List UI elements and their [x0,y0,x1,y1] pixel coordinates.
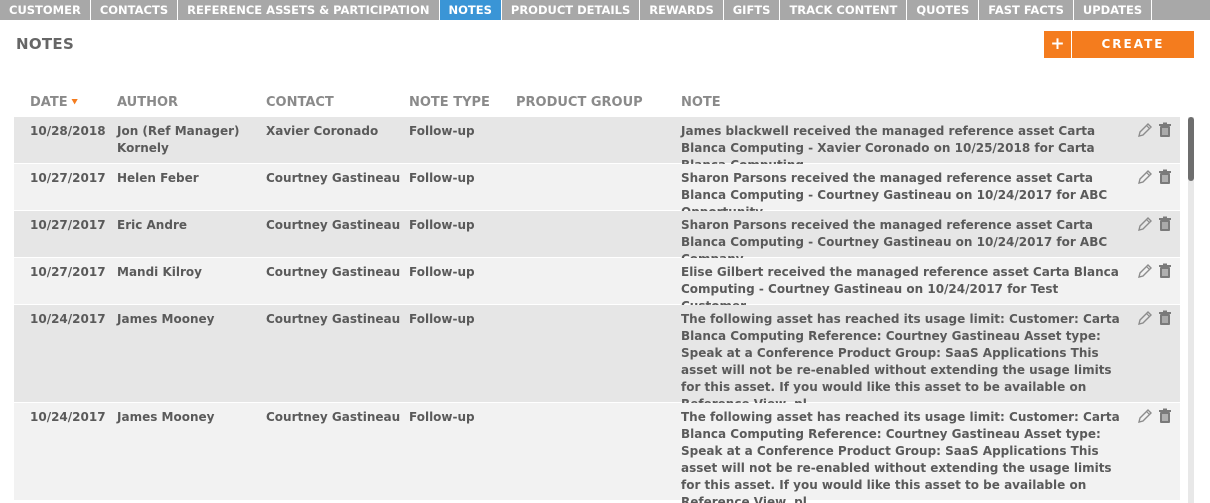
row-actions [1137,408,1173,424]
row-note-type: Follow-up [409,265,475,279]
row-actions [1137,122,1173,138]
row-author: Mandi Kilroy [117,265,202,279]
tab-customer[interactable]: CUSTOMER [0,0,91,20]
pencil-icon[interactable] [1137,122,1153,138]
row-actions [1137,310,1173,326]
create-button-label: CREATE [1101,37,1165,51]
row-author: Eric Andre [117,218,187,232]
column-header-contact[interactable]: CONTACT [266,95,334,110]
tab-notes[interactable]: NOTES [439,0,502,20]
row-contact: Courtney Gastineau [266,265,401,279]
tab-product-details[interactable]: PRODUCT DETAILS [502,0,641,20]
table-header: DATE ⯆ AUTHOR CONTACT NOTE TYPE PRODUCT G… [14,93,1180,113]
pencil-icon[interactable] [1137,216,1153,232]
trash-icon[interactable] [1157,216,1173,232]
tab-quotes[interactable]: QUOTES [907,0,980,20]
column-header-product-group[interactable]: PRODUCT GROUP [516,95,643,110]
table-row: 10/24/2017 James Mooney Courtney Gastine… [14,403,1180,503]
row-date: 10/27/2017 [30,218,106,232]
scrollbar-thumb[interactable] [1188,117,1194,181]
row-contact: Courtney Gastineau [266,171,401,185]
tab-track-content[interactable]: TRACK CONTENT [780,0,908,20]
column-header-date-label: DATE [30,95,68,110]
row-note-type: Follow-up [409,312,475,326]
notes-table: 10/28/2018 Jon (Ref Manager) Kornely Xav… [14,117,1180,503]
row-note-type: Follow-up [409,218,475,232]
row-actions [1137,216,1173,232]
tab-contacts[interactable]: CONTACTS [91,0,179,20]
row-contact: Courtney Gastineau [266,218,401,232]
table-row: 10/27/2017 Helen Feber Courtney Gastinea… [14,164,1180,219]
row-note: The following asset has reached its usag… [681,410,1120,503]
table-row: 10/27/2017 Eric Andre Courtney Gastineau… [14,211,1180,266]
row-contact: Xavier Coronado [266,124,379,138]
trash-icon[interactable] [1157,310,1173,326]
row-author: James Mooney [117,410,215,424]
pencil-icon[interactable] [1137,310,1153,326]
page-title: NOTES [16,35,75,53]
tab-bar: CUSTOMER CONTACTS REFERENCE ASSETS & PAR… [0,0,1210,20]
tab-fast-facts[interactable]: FAST FACTS [979,0,1074,20]
pencil-icon[interactable] [1137,408,1153,424]
column-header-note-type[interactable]: NOTE TYPE [409,95,490,110]
row-contact: Courtney Gastineau [266,410,401,424]
row-date: 10/27/2017 [30,171,106,185]
row-author: Helen Feber [117,171,199,185]
row-note-type: Follow-up [409,171,475,185]
table-row: 10/24/2017 James Mooney Courtney Gastine… [14,305,1180,411]
plus-icon: + [1044,31,1072,58]
row-date: 10/24/2017 [30,312,106,326]
row-contact: Courtney Gastineau [266,312,401,326]
column-header-author[interactable]: AUTHOR [117,95,178,110]
column-header-note[interactable]: NOTE [681,95,721,110]
tab-reference-assets[interactable]: REFERENCE ASSETS & PARTICIPATION [178,0,440,20]
trash-icon[interactable] [1157,263,1173,279]
pencil-icon[interactable] [1137,263,1153,279]
table-row: 10/27/2017 Mandi Kilroy Courtney Gastine… [14,258,1180,313]
tab-updates[interactable]: UPDATES [1074,0,1153,20]
row-date: 10/28/2018 [30,124,106,138]
trash-icon[interactable] [1157,169,1173,185]
row-date: 10/27/2017 [30,265,106,279]
trash-icon[interactable] [1157,408,1173,424]
row-note-type: Follow-up [409,124,475,138]
row-author: Jon (Ref Manager) Kornely [117,124,240,155]
row-note-type: Follow-up [409,410,475,424]
create-button[interactable]: + CREATE [1044,31,1194,58]
row-date: 10/24/2017 [30,410,106,424]
tab-gifts[interactable]: GIFTS [724,0,781,20]
trash-icon[interactable] [1157,122,1173,138]
row-actions [1137,169,1173,185]
row-note: The following asset has reached its usag… [681,312,1120,411]
row-author: James Mooney [117,312,215,326]
column-header-date[interactable]: DATE ⯆ [30,95,79,110]
chevron-down-icon[interactable]: ⯆ [71,97,79,108]
table-row: 10/28/2018 Jon (Ref Manager) Kornely Xav… [14,117,1180,172]
row-actions [1137,263,1173,279]
pencil-icon[interactable] [1137,169,1153,185]
tab-rewards[interactable]: REWARDS [640,0,724,20]
